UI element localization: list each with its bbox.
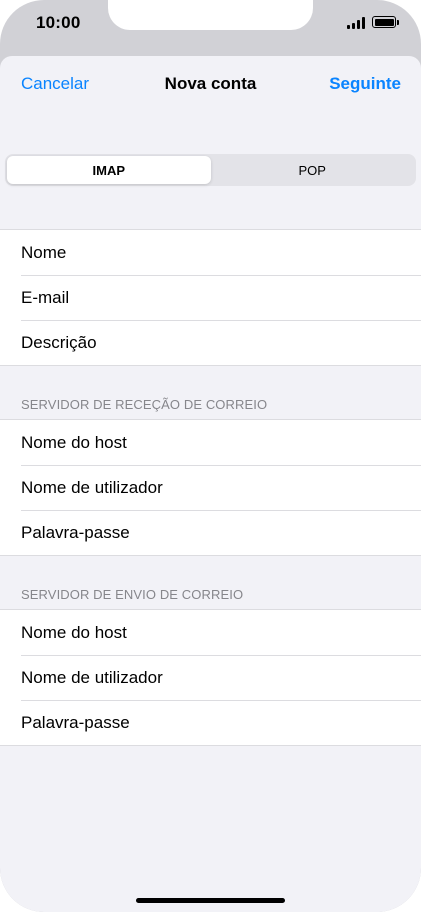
outgoing-password-label: Palavra-passe	[21, 712, 130, 732]
name-field-label: Nome	[21, 242, 67, 262]
account-fields-group: Nome E-mail Descrição	[0, 229, 421, 366]
outgoing-username-field[interactable]: Nome de utilizador	[0, 655, 421, 700]
outgoing-hostname-label: Nome do host	[21, 622, 127, 642]
incoming-server-header: SERVIDOR DE RECEÇÃO DE CORREIO	[21, 397, 268, 412]
incoming-username-field[interactable]: Nome de utilizador	[0, 465, 421, 510]
phone-screen: 10:00 Cancelar Nova conta Seguinte IMAP …	[0, 0, 421, 912]
segment-imap[interactable]: IMAP	[7, 156, 211, 184]
protocol-segmented-control: IMAP POP	[5, 154, 416, 186]
outgoing-server-header: SERVIDOR DE ENVIO DE CORREIO	[21, 587, 244, 602]
navigation-bar: Cancelar Nova conta Seguinte	[0, 56, 421, 112]
incoming-password-field[interactable]: Palavra-passe	[0, 510, 421, 555]
outgoing-username-label: Nome de utilizador	[21, 667, 163, 687]
status-bar: 10:00	[0, 0, 421, 56]
incoming-password-label: Palavra-passe	[21, 522, 130, 542]
next-button[interactable]: Seguinte	[329, 74, 401, 94]
description-field[interactable]: Descrição	[0, 320, 421, 365]
incoming-hostname-field[interactable]: Nome do host	[0, 420, 421, 465]
outgoing-server-group: Nome do host Nome de utilizador Palavra-…	[0, 609, 421, 746]
segment-pop[interactable]: POP	[211, 156, 415, 184]
outgoing-password-field[interactable]: Palavra-passe	[0, 700, 421, 745]
battery-icon	[372, 16, 396, 28]
incoming-server-group: Nome do host Nome de utilizador Palavra-…	[0, 419, 421, 556]
battery-tip	[397, 20, 399, 25]
incoming-username-label: Nome de utilizador	[21, 477, 163, 497]
email-field-label: E-mail	[21, 287, 70, 307]
outgoing-hostname-field[interactable]: Nome do host	[0, 610, 421, 655]
email-field[interactable]: E-mail	[0, 275, 421, 320]
description-field-label: Descrição	[21, 332, 97, 352]
incoming-hostname-label: Nome do host	[21, 432, 127, 452]
name-field[interactable]: Nome	[0, 230, 421, 275]
notch	[108, 0, 313, 30]
cellular-signal-icon	[347, 17, 367, 29]
home-indicator[interactable]	[136, 898, 285, 903]
status-time: 10:00	[36, 13, 81, 32]
new-account-sheet: Cancelar Nova conta Seguinte IMAP POP No…	[0, 56, 421, 912]
